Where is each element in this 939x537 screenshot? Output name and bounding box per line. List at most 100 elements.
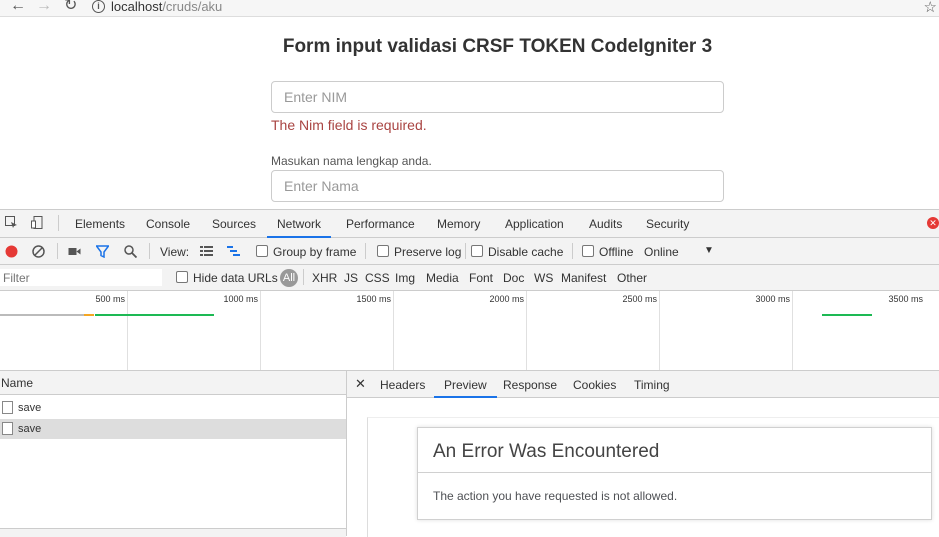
timeline-bar-download — [822, 314, 872, 316]
filter-bar: Hide data URLs All XHR JS CSS Img Media … — [0, 265, 939, 291]
timeline-bar-waiting — [84, 314, 94, 316]
name-column-header[interactable]: Name — [0, 371, 346, 395]
timeline-gridline — [659, 291, 660, 370]
throttle-value: Online — [644, 245, 679, 259]
timeline-tick-label: 1000 ms — [223, 294, 258, 304]
info-icon[interactable]: i — [92, 0, 105, 13]
separator — [572, 243, 573, 259]
offline-checkbox[interactable]: Offline — [582, 245, 633, 259]
throttle-select[interactable]: Online ▼ — [644, 245, 714, 259]
forward-arrow-icon[interactable]: → — [36, 0, 52, 14]
timeline-bar-stalled — [0, 314, 84, 316]
chevron-down-icon: ▼ — [704, 245, 714, 256]
filter-media[interactable]: Media — [426, 271, 459, 285]
separator — [149, 243, 150, 259]
clear-icon[interactable] — [32, 245, 45, 258]
timeline-tick-label: 1500 ms — [356, 294, 391, 304]
tab-timing[interactable]: Timing — [634, 378, 670, 392]
tab-elements[interactable]: Elements — [75, 217, 125, 231]
separator — [58, 215, 59, 231]
filter-img[interactable]: Img — [395, 271, 415, 285]
preserve-log-checkbox[interactable]: Preserve log — [377, 245, 461, 259]
timeline-tick-label: 500 ms — [95, 294, 125, 304]
filter-other[interactable]: Other — [617, 271, 647, 285]
timeline-tick-label: 2500 ms — [622, 294, 657, 304]
inspect-element-icon[interactable] — [5, 216, 18, 229]
reload-icon[interactable]: ↻ — [64, 0, 77, 14]
nim-input[interactable] — [271, 81, 724, 113]
tab-memory[interactable]: Memory — [437, 217, 480, 231]
divider — [418, 472, 931, 473]
offline-label: Offline — [599, 245, 634, 259]
address-bar: ← → ↻ i localhost/cruds/aku ☆ — [0, 0, 939, 17]
separator — [57, 243, 58, 259]
request-row-selected[interactable]: save — [0, 419, 346, 439]
filter-js[interactable]: JS — [344, 271, 358, 285]
waterfall-icon[interactable] — [227, 245, 240, 258]
tab-performance[interactable]: Performance — [346, 217, 415, 231]
close-icon[interactable]: ✕ — [355, 376, 366, 392]
filter-ws[interactable]: WS — [534, 271, 553, 285]
request-list-footer — [0, 528, 346, 537]
tab-console[interactable]: Console — [146, 217, 190, 231]
page-title: Form input validasi CRSF TOKEN CodeIgnit… — [282, 36, 713, 57]
filter-input[interactable] — [0, 269, 162, 286]
tab-application[interactable]: Application — [505, 217, 564, 231]
group-by-frame-label: Group by frame — [273, 245, 357, 259]
network-timeline-overview[interactable]: 500 ms 1000 ms 1500 ms 2000 ms 2500 ms 3… — [0, 291, 939, 371]
timeline-gridline — [526, 291, 527, 370]
url-path: /cruds/aku — [162, 0, 223, 14]
separator — [465, 243, 466, 259]
tab-network[interactable]: Network — [266, 217, 332, 238]
tab-preview[interactable]: Preview — [434, 378, 497, 398]
request-list: Name save save — [0, 371, 347, 537]
url-field[interactable]: i localhost/cruds/aku — [92, 0, 222, 14]
filter-xhr[interactable]: XHR — [312, 271, 337, 285]
timeline-gridline — [792, 291, 793, 370]
request-row[interactable]: save — [0, 398, 346, 418]
nama-input[interactable] — [271, 170, 724, 202]
checkbox-box — [582, 245, 594, 257]
filter-manifest[interactable]: Manifest — [561, 271, 606, 285]
bookmark-star-icon[interactable]: ☆ — [924, 0, 937, 16]
tab-audits[interactable]: Audits — [589, 217, 622, 231]
filter-css[interactable]: CSS — [365, 271, 390, 285]
large-rows-icon[interactable] — [200, 245, 213, 258]
checkbox-box — [176, 271, 188, 283]
device-toolbar-icon[interactable] — [31, 216, 44, 229]
tab-security[interactable]: Security — [646, 217, 689, 231]
timeline-tick-label: 3000 ms — [755, 294, 790, 304]
hide-data-urls-checkbox[interactable]: Hide data URLs — [176, 271, 278, 285]
request-name: save — [18, 402, 42, 414]
disable-cache-label: Disable cache — [488, 245, 564, 259]
devtools-tabbar: Elements Console Sources Network Perform… — [0, 210, 939, 238]
screenshot-camera-icon[interactable] — [68, 245, 81, 258]
tab-cookies[interactable]: Cookies — [573, 378, 616, 392]
search-icon[interactable] — [124, 245, 137, 258]
timeline-tick-label: 3500 ms — [888, 294, 923, 304]
filter-font[interactable]: Font — [469, 271, 493, 285]
url-host: localhost — [111, 0, 163, 14]
error-count-icon[interactable]: ✕ — [927, 217, 939, 229]
timeline-bar-download — [95, 314, 214, 316]
filter-all-pill[interactable]: All — [280, 269, 298, 287]
document-icon — [2, 401, 13, 414]
filter-funnel-icon[interactable] — [96, 245, 109, 258]
tab-response[interactable]: Response — [503, 378, 557, 392]
tab-headers[interactable]: Headers — [380, 378, 425, 392]
document-icon — [2, 422, 13, 435]
separator — [303, 269, 304, 285]
view-label: View: — [160, 245, 190, 259]
group-by-frame-checkbox[interactable]: Group by frame — [256, 245, 356, 259]
error-box: An Error Was Encountered The action you … — [417, 427, 932, 520]
back-arrow-icon[interactable]: ← — [10, 0, 26, 14]
checkbox-box — [256, 245, 268, 257]
hide-data-urls-label: Hide data URLs — [193, 271, 278, 285]
record-icon[interactable] — [5, 245, 18, 258]
filter-doc[interactable]: Doc — [503, 271, 524, 285]
timeline-gridline — [393, 291, 394, 370]
tab-sources[interactable]: Sources — [212, 217, 256, 231]
detail-tabbar: ✕ Headers Preview Response Cookies Timin… — [347, 371, 939, 398]
request-detail-panel: ✕ Headers Preview Response Cookies Timin… — [347, 371, 939, 537]
disable-cache-checkbox[interactable]: Disable cache — [471, 245, 563, 259]
